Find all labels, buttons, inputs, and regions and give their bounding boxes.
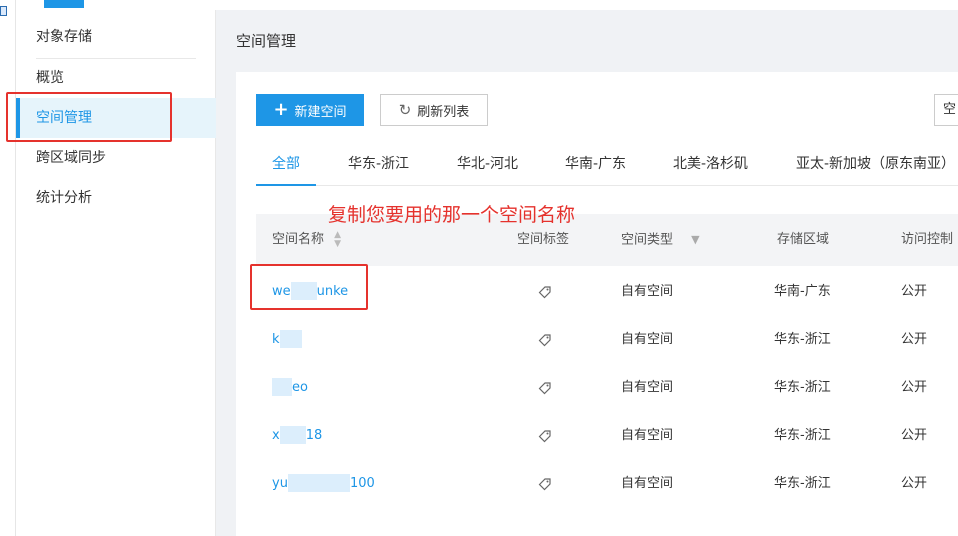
bucket-name-link[interactable]: eo (272, 364, 308, 412)
tag-cell (538, 460, 552, 508)
bucket-name-start: yu (272, 476, 288, 491)
bucket-region: 华东-浙江 (774, 332, 831, 347)
sort-icon[interactable]: ▲ ▼ (334, 230, 341, 249)
tag-icon[interactable] (538, 381, 552, 395)
sidebar-item-label: 统计分析 (36, 190, 92, 206)
tab-east-zhejiang[interactable]: 华东-浙江 (348, 150, 409, 186)
new-bucket-button[interactable]: + 新建空间 (256, 94, 364, 126)
new-bucket-label: 新建空间 (294, 104, 347, 120)
page-title: 空间管理 (236, 32, 297, 50)
bucket-name-link[interactable]: we unke (272, 268, 348, 316)
region-tabs: 全部 华东-浙江 华北-河北 华南-广东 北美-洛杉矶 亚太-新加坡（原东南亚） (256, 150, 958, 186)
tab-na-los-angeles[interactable]: 北美-洛杉矶 (673, 150, 748, 186)
sidebar-section-title: 对象存储 (36, 29, 92, 45)
sidebar-item-statistics[interactable]: 统计分析 (16, 178, 216, 218)
bucket-name-link[interactable]: k (272, 316, 302, 364)
tab-north-hebei[interactable]: 华北-河北 (457, 150, 518, 186)
filter-icon[interactable]: ▼ (691, 214, 699, 266)
sidebar-item-label: 跨区域同步 (36, 150, 106, 166)
bucket-type: 自有空间 (621, 476, 674, 491)
column-header-type[interactable]: 空间类型 ▼ (621, 214, 700, 267)
tag-cell (538, 412, 552, 460)
sidebar-item-cross-region-sync[interactable]: 跨区域同步 (16, 138, 216, 178)
tab-south-guangdong[interactable]: 华南-广东 (565, 150, 626, 186)
bucket-access: 公开 (901, 428, 928, 443)
bucket-region: 华南-广东 (774, 284, 831, 299)
tag-icon[interactable] (538, 333, 552, 347)
content-card: + 新建空间 ↻ 刷新列表 空 全部 华东-浙江 华北-河北 华南-广东 北美-… (236, 72, 958, 536)
refresh-icon: ↻ (398, 101, 412, 119)
refresh-list-label: 刷新列表 (417, 104, 470, 120)
table-row: x 18 自有空间 华东-浙江 公开 (256, 412, 958, 460)
app-icon[interactable] (0, 6, 7, 16)
tag-icon[interactable] (538, 285, 552, 299)
redaction-blur (290, 281, 317, 300)
redaction-blur (279, 425, 306, 444)
plus-icon: + (273, 99, 289, 120)
table-row: we unke 自有空间 华南-广东 公开 (256, 268, 958, 316)
bucket-type: 自有空间 (621, 284, 674, 299)
cut-off-button[interactable]: 空 (934, 94, 958, 126)
tag-cell (538, 268, 552, 316)
bucket-access: 公开 (901, 332, 928, 347)
refresh-list-button[interactable]: ↻ 刷新列表 (380, 94, 488, 126)
top-bar (16, 0, 958, 10)
redaction-blur (279, 329, 302, 348)
bucket-access: 公开 (901, 284, 928, 299)
bucket-region: 华东-浙江 (774, 380, 831, 395)
bucket-type: 自有空间 (621, 428, 674, 443)
sidebar-item-label: 概览 (36, 70, 64, 86)
bucket-name-start: k (272, 332, 280, 347)
sidebar-item-overview[interactable]: 概览 (16, 58, 216, 98)
column-header-access: 访问控制 (901, 232, 954, 247)
bucket-access: 公开 (901, 380, 928, 395)
bucket-name-end: 100 (349, 476, 375, 491)
bucket-access: 公开 (901, 476, 928, 491)
sidebar-item-label: 空间管理 (36, 110, 92, 126)
bucket-name-link[interactable]: yu 100 (272, 460, 375, 508)
tag-icon[interactable] (538, 429, 552, 443)
bucket-name-end: eo (292, 380, 308, 395)
bucket-name-end: 18 (305, 428, 323, 443)
bucket-type: 自有空间 (621, 332, 674, 347)
tab-all[interactable]: 全部 (256, 150, 316, 186)
bucket-name-link[interactable]: x 18 (272, 412, 322, 460)
redaction-blur (272, 377, 292, 396)
table-row: eo 自有空间 华东-浙江 公开 (256, 364, 958, 412)
redaction-blur (287, 473, 350, 492)
column-header-region: 存储区域 (777, 232, 830, 247)
tab-ap-singapore[interactable]: 亚太-新加坡（原东南亚） (796, 150, 955, 186)
bucket-region: 华东-浙江 (774, 428, 831, 443)
annotation-text: 复制您要用的那一个空间名称 (328, 204, 576, 226)
top-bar-accent (44, 0, 84, 8)
table-row: yu 100 自有空间 华东-浙江 公开 (256, 460, 958, 508)
bucket-name-start: we (272, 284, 291, 299)
left-rail (0, 0, 16, 536)
bucket-region: 华东-浙江 (774, 476, 831, 491)
sidebar: 对象存储 概览 空间管理 跨区域同步 统计分析 (16, 10, 216, 536)
tag-cell (538, 364, 552, 412)
table-row: k 自有空间 华东-浙江 公开 (256, 316, 958, 364)
bucket-name-start: x (272, 428, 280, 443)
column-header-name-label: 空间名称 (272, 232, 325, 247)
sidebar-item-bucket-management[interactable]: 空间管理 (16, 98, 216, 138)
column-header-type-label: 空间类型 (621, 232, 674, 248)
bucket-type: 自有空间 (621, 380, 674, 395)
tag-icon[interactable] (538, 477, 552, 491)
bucket-name-end: unke (316, 284, 349, 299)
tag-cell (538, 316, 552, 364)
